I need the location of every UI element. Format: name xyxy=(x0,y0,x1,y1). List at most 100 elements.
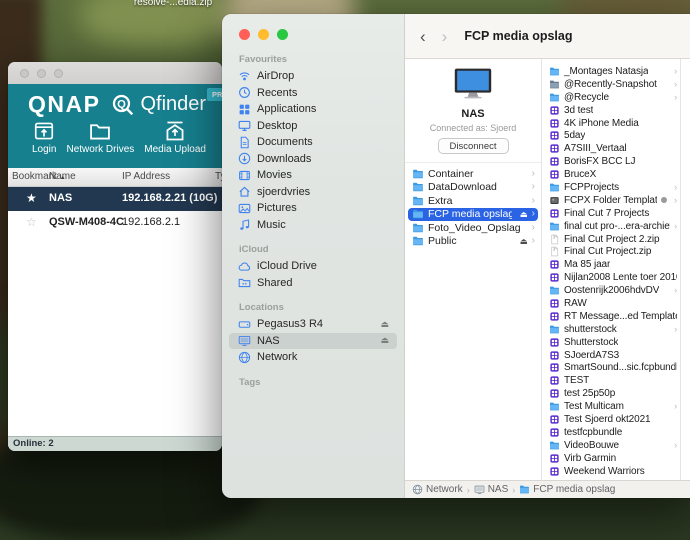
sidebar-item-airdrop[interactable]: AirDrop xyxy=(229,68,397,85)
close-icon[interactable] xyxy=(20,69,29,78)
path-item-nas[interactable]: NAS xyxy=(474,484,509,495)
back-chevron-icon[interactable]: ‹ xyxy=(420,28,426,45)
file-3d-test[interactable]: 3d test xyxy=(542,104,680,117)
file-a7siii-vertaal[interactable]: A7SIII_Vertaal xyxy=(542,142,680,155)
minimize-icon[interactable] xyxy=(258,29,269,40)
file-fcpprojects[interactable]: FCPProjects› xyxy=(542,181,680,194)
sidebar-item-music[interactable]: Music xyxy=(229,217,397,234)
cloud-icon xyxy=(238,260,251,273)
eject-icon[interactable]: ⏏ xyxy=(520,237,528,246)
forward-chevron-icon[interactable]: › xyxy=(442,28,448,45)
file-virb-garmin[interactable]: Virb Garmin xyxy=(542,452,680,465)
file-test-multicam[interactable]: Test Multicam › xyxy=(542,400,680,413)
fcp-icon xyxy=(549,453,560,464)
eject-icon[interactable]: ⏏ xyxy=(380,320,389,329)
file-final-cut-pro-era-archieve[interactable]: final cut pro-...era-archieve› xyxy=(542,220,680,233)
file-final-cut-7-projects[interactable]: Final Cut 7 Projects xyxy=(542,207,680,220)
file-smartsound-sic-fcpbundle[interactable]: SmartSound...sic.fcpbundle xyxy=(542,361,680,374)
file-name: BruceX xyxy=(564,169,596,180)
file-raw[interactable]: RAW xyxy=(542,297,680,310)
chevron-right-icon: › xyxy=(674,402,677,411)
disconnect-button[interactable]: Disconnect xyxy=(438,138,509,154)
file-test[interactable]: TEST xyxy=(542,374,680,387)
file-testfcpbundle[interactable]: testfcpbundle xyxy=(542,426,680,439)
file-fcpx-folder-template[interactable]: FCPX Folder Template› xyxy=(542,194,680,207)
file-test-sjoerd-okt2021[interactable]: Test Sjoerd okt2021 xyxy=(542,413,680,426)
file-borisfx-bcc-lj[interactable]: BorisFX BCC LJ xyxy=(542,155,680,168)
sidebar-item-label: Applications xyxy=(257,103,316,115)
file-ma-85-jaar[interactable]: Ma 85 jaar xyxy=(542,258,680,271)
file-weekend-warriors[interactable]: Weekend Warriors xyxy=(542,465,680,478)
file-name: Final Cut Project.zip xyxy=(564,246,651,257)
bookmark-star-icon[interactable]: ☆ xyxy=(26,215,37,229)
minimize-icon[interactable] xyxy=(37,69,46,78)
path-item-fcp-media-opslag[interactable]: FCP media opslag xyxy=(519,484,615,495)
file-final-cut-project-zip[interactable]: Final Cut Project.zip xyxy=(542,245,680,258)
zoom-icon[interactable] xyxy=(277,29,288,40)
device-ip: 192.168.2.21 (10G) xyxy=(122,192,217,204)
sidebar-item-documents[interactable]: Documents xyxy=(229,134,397,151)
qnap-tool-login[interactable]: Login xyxy=(32,120,56,155)
qfinder-titlebar[interactable] xyxy=(8,62,222,84)
desktop-file-label[interactable]: resolve-...edia.zip xyxy=(88,0,258,8)
file-name: Test Multicam xyxy=(564,401,624,412)
file-rt-message-ed-template[interactable]: RT Message...ed Template xyxy=(542,310,680,323)
bookmark-star-icon[interactable]: ★ xyxy=(26,191,37,205)
eject-icon[interactable]: ⏏ xyxy=(520,210,528,219)
movies-icon xyxy=(238,169,251,182)
qnap-device-row-nas[interactable]: ★NAS192.168.2.21 (10G) xyxy=(8,187,222,211)
share-fcp-media-opslag[interactable]: FCP media opslag⏏› xyxy=(408,208,538,222)
folder-dark-icon xyxy=(549,79,560,90)
sidebar-item-network[interactable]: Network xyxy=(229,349,397,366)
file-recycle[interactable]: @Recycle› xyxy=(542,91,680,104)
sidebar-item-shared[interactable]: Shared xyxy=(229,275,397,292)
eject-icon[interactable]: ⏏ xyxy=(380,336,389,345)
chevron-right-icon: › xyxy=(674,325,677,334)
finder-sidebar: FavouritesAirDropRecentsApplications Desk… xyxy=(222,14,405,498)
qnap-device-row-qsw-m408-4c[interactable]: ☆QSW-M408-4C192.168.2.1 xyxy=(8,211,222,235)
qnap-column-name[interactable]: Name xyxy=(49,171,76,182)
sidebar-item-downloads[interactable]: Downloads xyxy=(229,151,397,168)
file-brucex[interactable]: BruceX xyxy=(542,168,680,181)
file-recently-snapshot[interactable]: @Recently-Snapshot› xyxy=(542,78,680,91)
chevron-right-icon: › xyxy=(532,236,535,246)
sidebar-item-pegasus3-r4[interactable]: Pegasus3 R4 ⏏ xyxy=(229,316,397,333)
login-icon xyxy=(33,120,55,142)
qnap-tool-media-upload[interactable]: Media Upload xyxy=(144,120,206,155)
share-datadownload[interactable]: DataDownload› xyxy=(408,181,538,195)
file-oostenrijk2006hdvdv[interactable]: Oostenrijk2006hdvDV› xyxy=(542,284,680,297)
qnap-column-ip-address[interactable]: IP Address xyxy=(122,171,170,182)
share-foto-video-opslag[interactable]: Foto_Video_Opslag› xyxy=(408,221,538,235)
close-icon[interactable] xyxy=(239,29,250,40)
file-sjoerda7s3[interactable]: SJoerdA7S3 xyxy=(542,349,680,362)
share-container[interactable]: Container› xyxy=(408,167,538,181)
sidebar-item-desktop[interactable]: Desktop xyxy=(229,118,397,135)
sidebar-item-pictures[interactable]: Pictures xyxy=(229,200,397,217)
sidebar-item-icloud-drive[interactable]: iCloud Drive xyxy=(229,258,397,275)
qnap-tool-network-drives[interactable]: Network Drives xyxy=(66,120,134,155)
sidebar-item-recents[interactable]: Recents xyxy=(229,85,397,102)
sidebar-section-favourites: Favourites xyxy=(222,52,404,68)
share-public[interactable]: Public⏏› xyxy=(408,235,538,249)
sidebar-item-movies[interactable]: Movies xyxy=(229,167,397,184)
sidebar-section-locations: Locations xyxy=(222,291,404,316)
file-4k-iphone-media[interactable]: 4K iPhone Media xyxy=(542,117,680,130)
qnap-column-typ[interactable]: Typ xyxy=(215,171,222,182)
folder-icon xyxy=(549,66,560,77)
file-nijlan2008-lente-toer-2010[interactable]: Nijlan2008 Lente toer 2010 xyxy=(542,271,680,284)
file-shutterstock[interactable]: Shutterstock xyxy=(542,336,680,349)
file-test-25p50p[interactable]: test 25p50p xyxy=(542,387,680,400)
sidebar-item-label: Pegasus3 R4 xyxy=(257,318,323,330)
zip-icon xyxy=(549,234,560,245)
share-extra[interactable]: Extra› xyxy=(408,194,538,208)
sidebar-item-nas[interactable]: NAS⏏ xyxy=(229,333,397,350)
file-final-cut-project-2-zip[interactable]: Final Cut Project 2.zip xyxy=(542,233,680,246)
file-videobouwe[interactable]: VideoBouwe› xyxy=(542,439,680,452)
file-5day[interactable]: 5day xyxy=(542,129,680,142)
file-shutterstock[interactable]: shutterstock› xyxy=(542,323,680,336)
path-item-network[interactable]: Network xyxy=(412,484,463,495)
maximize-icon[interactable] xyxy=(54,69,63,78)
sidebar-item-sjoerdvries[interactable]: sjoerdvries xyxy=(229,184,397,201)
file-montages-natasja[interactable]: _Montages Natasja› xyxy=(542,65,680,78)
sidebar-item-applications[interactable]: Applications xyxy=(229,101,397,118)
